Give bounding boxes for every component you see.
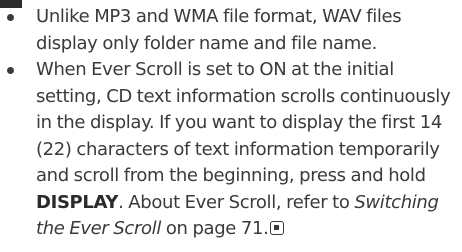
display-key-label: DISPLAY <box>36 191 119 213</box>
notes-list: Unlike MP3 and WMA file format, WAV file… <box>0 4 462 243</box>
bullet-dot-icon <box>7 67 14 74</box>
end-of-section-icon <box>270 221 285 235</box>
list-item: Unlike MP3 and WMA file format, WAV file… <box>0 4 462 57</box>
note-text: Unlike MP3 and WMA file format, WAV file… <box>36 6 402 54</box>
note-text: . About Ever Scroll, refer to <box>118 191 355 213</box>
note-text: on page 71. <box>160 218 269 239</box>
note-text: When Ever Scroll is set to ON at the ini… <box>36 59 451 186</box>
bullet-dot-icon <box>7 14 14 21</box>
list-item: When Ever Scroll is set to ON at the ini… <box>0 57 462 243</box>
